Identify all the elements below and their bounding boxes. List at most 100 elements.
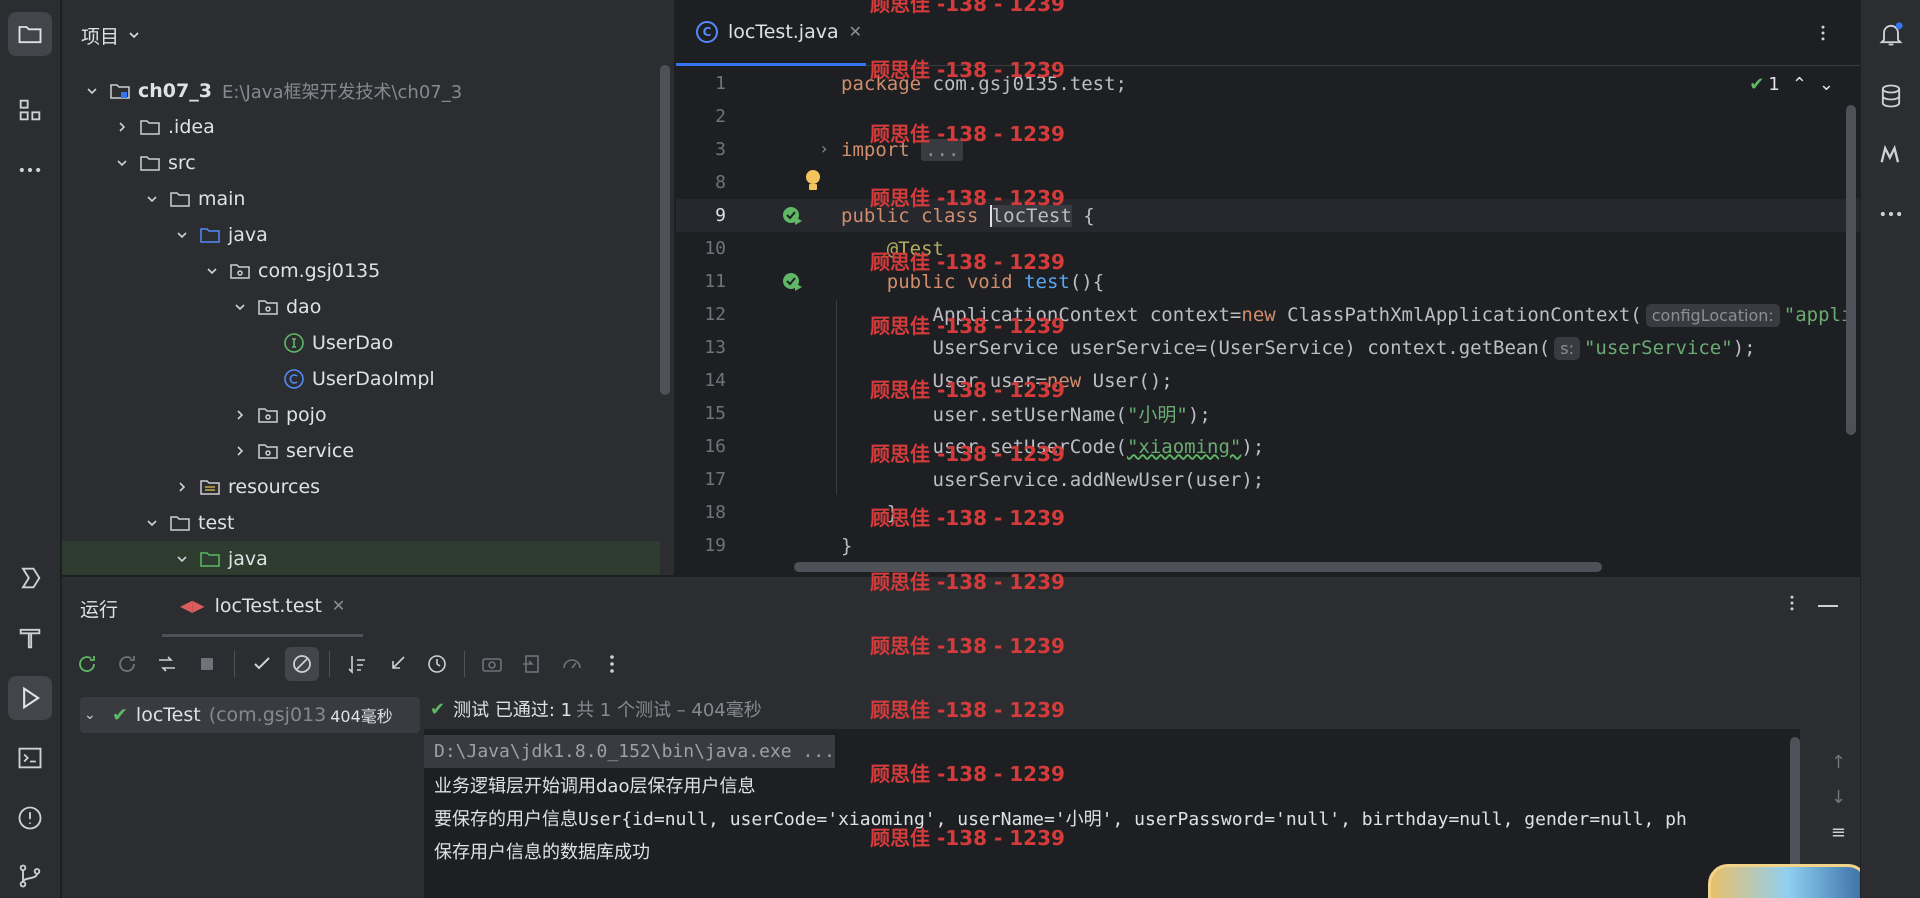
editor-vertical-scrollbar[interactable] [1846,105,1856,435]
tab-loctest-java[interactable]: C locTest.java ✕ [676,0,866,66]
structure-tool-button[interactable] [8,88,52,132]
import-button[interactable] [515,647,549,681]
code-line-10[interactable]: 10 @Test [676,232,1860,265]
code-line-9[interactable]: 9 public class locTest { [676,199,1860,232]
tree-item-test[interactable]: test [62,505,660,541]
tree-item-src[interactable]: src [62,145,660,181]
maven-tool-button[interactable] [1869,132,1913,176]
code-line-18[interactable]: 18 } [676,496,1860,529]
code-line-17[interactable]: 17 userService.addNewUser(user); [676,463,1860,496]
code-text: ); [1241,435,1265,458]
code-line-12[interactable]: 12 ApplicationContext context=new ClassP… [676,298,1860,331]
editor-more-button[interactable] [1808,18,1838,48]
chevron-right-icon[interactable] [230,441,250,461]
tree-item-pojo[interactable]: pojo [62,397,660,433]
tree-item-idea[interactable]: .idea [62,109,660,145]
tree-item-ch07_3[interactable]: ch07_3 E:\Java框架开发技术\ch07_3 [62,73,660,109]
database-tool-button[interactable] [1869,74,1913,118]
services-tool-button[interactable] [8,556,52,600]
code-line-14[interactable]: 14 User user=new User(); [676,364,1860,397]
chevron-down-icon[interactable] [172,549,192,569]
console-command-line[interactable]: D:\Java\jdk1.8.0_152\bin\java.exe ... [424,735,835,768]
run-test-method-icon[interactable] [781,271,803,293]
project-panel-header[interactable]: 项目 [62,0,674,70]
test-source-folder-icon [198,547,222,571]
line-number: 16 [704,436,726,457]
code-line-15[interactable]: 15 user.setUserName("小明"); [676,397,1860,430]
fold-chevron-icon[interactable]: › [821,139,827,158]
git-tool-button[interactable] [8,854,52,898]
chevron-down-icon[interactable] [202,261,222,281]
show-passed-button[interactable] [245,647,279,681]
chevron-down-icon[interactable] [230,297,250,317]
stop-button[interactable] [190,647,224,681]
line-number: 2 [715,106,726,127]
lightbulb-icon[interactable] [802,168,824,199]
terminal-tool-button[interactable] [8,736,52,780]
build-tool-button[interactable] [8,616,52,660]
right-more-button[interactable] [1869,192,1913,236]
tree-item-package[interactable]: com.gsj0135 [62,253,660,289]
project-scrollbar[interactable] [660,65,670,395]
code-line-8[interactable]: 8 [676,166,1860,199]
chevron-down-icon[interactable]: ⌄ [84,707,104,723]
passed-check-icon: ✔ [430,698,446,720]
tree-item-resources[interactable]: resources [62,469,660,505]
run-more-button[interactable] [1782,593,1802,618]
problems-tool-button[interactable] [8,796,52,840]
tree-item-userdao[interactable]: UserDao [62,325,660,361]
chevron-right-icon[interactable] [172,477,192,497]
chevron-right-icon[interactable] [112,117,132,137]
parameter-hint: s: [1554,336,1580,360]
collapse-button[interactable] [380,647,414,681]
tree-item-dao[interactable]: dao [62,289,660,325]
tab-run-configuration[interactable]: ◀▶ locTest.test ✕ [162,577,364,637]
rerun-failed-button[interactable] [110,647,144,681]
console-output[interactable]: ✔ 测试 已通过: 1 共 1 个测试 – 404毫秒 D:\Java\jdk1… [424,689,1800,898]
chevron-down-icon[interactable] [142,513,162,533]
minimize-button[interactable] [1818,605,1838,607]
chevron-down-icon[interactable] [172,225,192,245]
services-icon [21,567,41,589]
code-line-13[interactable]: 13 UserService userService=(UserService)… [676,331,1860,364]
chevron-down-icon[interactable] [82,81,102,101]
chevron-down-icon[interactable] [142,189,162,209]
scroll-up-icon[interactable]: ↑ [1831,752,1846,773]
chevron-down-icon[interactable] [112,153,132,173]
more-vertical-icon [610,655,614,673]
profiler-button[interactable] [555,647,589,681]
code-line-16[interactable]: 16 user.setUserCode("xiaoming"); [676,430,1860,463]
toolbar-more-button[interactable] [595,647,629,681]
toggle-auto-test-button[interactable] [150,647,184,681]
scroll-down-icon[interactable]: ↓ [1831,787,1846,808]
notifications-button[interactable] [1869,12,1913,56]
project-path: E:\Java框架开发技术\ch07_3 [221,82,463,103]
more-tools-button[interactable] [8,148,52,192]
code-line-3[interactable]: 3 › import ... [676,133,1860,166]
screenshot-button[interactable] [475,647,509,681]
tree-item-service[interactable]: service [62,433,660,469]
soft-wrap-icon[interactable]: ≡ [1831,822,1846,843]
run-test-class-icon[interactable] [781,205,803,227]
code-line-2[interactable]: 2 [676,100,1860,133]
code-line-1[interactable]: 1 package com.gsj0135.test; [676,67,1860,100]
project-tool-button[interactable] [8,12,52,56]
close-tab-icon[interactable]: ✕ [332,596,345,615]
line-number: 11 [704,271,726,292]
code-line-19[interactable]: 19 } [676,529,1860,562]
tree-item-userdaoimpl[interactable]: UserDaoImpl [62,361,660,397]
code-string: "userService" [1583,336,1733,359]
tree-item-test-java[interactable]: java [62,541,660,575]
close-tab-icon[interactable]: ✕ [849,22,862,41]
history-button[interactable] [420,647,454,681]
rerun-button[interactable] [70,647,104,681]
code-editor[interactable]: C locTest.java ✕ ✔ 1 ⌃ ⌄ 1 package com.g… [676,0,1860,575]
sort-button[interactable] [340,647,374,681]
show-ignored-button[interactable] [285,647,319,681]
tree-item-main-java[interactable]: java [62,217,660,253]
tree-item-main[interactable]: main [62,181,660,217]
test-result-row[interactable]: ⌄ ✔ locTest (com.gsj013 404毫秒 [80,697,420,733]
run-tool-button[interactable] [8,676,52,720]
chevron-right-icon[interactable] [230,405,250,425]
code-line-11[interactable]: 11 public void test(){ [676,265,1860,298]
